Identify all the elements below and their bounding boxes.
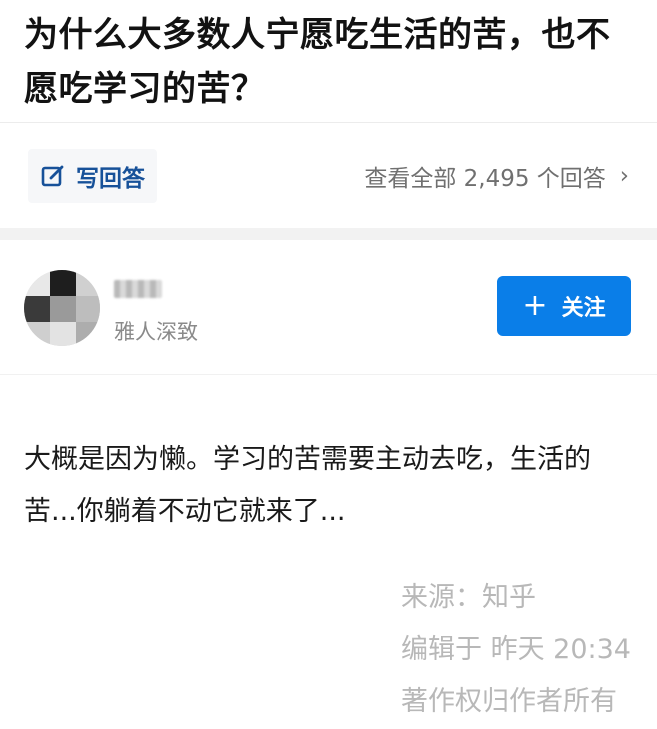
write-answer-button[interactable]: 写回答 <box>28 149 157 203</box>
copyright-notice: 著作权归作者所有 <box>401 686 618 717</box>
chevron-right-icon: › <box>619 163 629 189</box>
author-separator <box>0 374 657 375</box>
author-description: 雅人深致 <box>114 320 198 344</box>
answer-content: 大概是因为懒。学习的苦需要主动去吃，生活的苦...你躺着不动它就来了... <box>24 444 591 527</box>
view-all-answers-label: 查看全部 2,495 个回答 <box>364 166 606 192</box>
view-all-answers-link[interactable]: 查看全部 2,495 个回答 › <box>364 149 629 203</box>
author-row: 雅人深致 + 关注 <box>0 240 657 370</box>
section-divider <box>0 228 657 240</box>
question-title: 为什么大多数人宁愿吃生活的苦，也不愿吃学习的苦？ <box>24 15 611 109</box>
author-name-redacted[interactable] <box>114 280 162 298</box>
plus-icon: + <box>522 288 548 323</box>
edited-time: 编辑于 昨天 20:34 <box>401 634 631 665</box>
source-line: 来源：知乎 <box>401 582 537 613</box>
avatar[interactable] <box>24 270 100 346</box>
question-action-bar: 写回答 查看全部 2,495 个回答 › <box>0 122 657 228</box>
answer-meta: 来源：知乎 编辑于 昨天 20:34 著作权归作者所有 <box>401 572 631 728</box>
follow-label: 关注 <box>561 296 606 321</box>
follow-button[interactable]: + 关注 <box>497 276 631 336</box>
edit-icon <box>40 163 66 189</box>
write-answer-label: 写回答 <box>76 166 145 192</box>
